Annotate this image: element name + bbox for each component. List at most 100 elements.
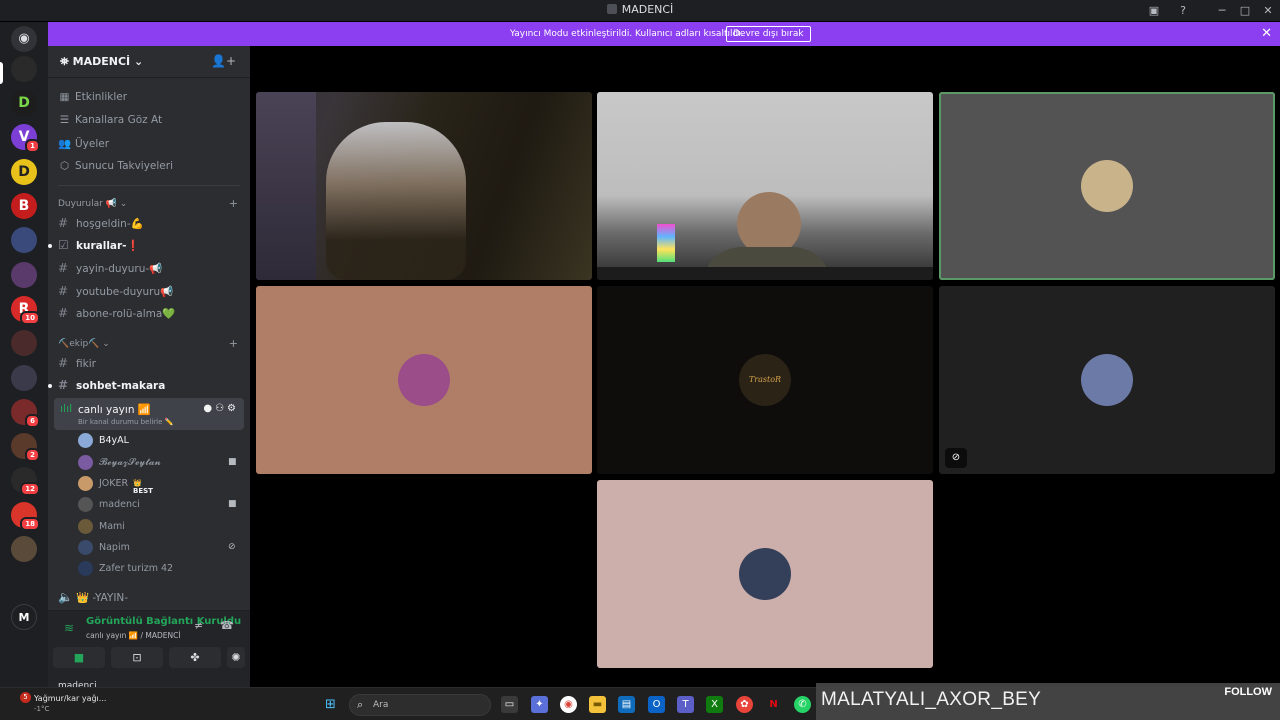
server-icon-8[interactable]: R 10 [11,296,40,325]
whatsapp-icon[interactable]: ✆ [794,696,811,713]
channel-yayin-duyuru[interactable]: # yayin-duyuru-📢 [58,261,162,275]
server-header[interactable]: ⛯ MADENCİ ⌄ 👤+ [48,46,250,78]
server-icon-5[interactable]: B [11,193,37,219]
nav-events[interactable]: ▦ Etkinlikler [58,91,127,103]
server-icon-15[interactable] [11,536,37,562]
activities-icon: ✤ [190,651,200,664]
discord-window: MADENCİ ▣ ? ─ □ ✕ Yayıncı Modu etkinleşt… [0,0,1280,720]
video-tile-camera-2[interactable] [597,92,933,280]
video-tile-avatar-2[interactable] [939,92,1275,280]
soundboard-button[interactable]: ✺ [227,647,245,668]
settings-gear-icon[interactable]: ⚙ [227,403,239,414]
voice-connection-location[interactable]: canlı yayın 📶 / MADENCİ [86,631,181,640]
teams-icon[interactable]: T [677,696,694,713]
nav-server-boosts[interactable]: ⬡ Sunucu Takviyeleri [58,160,173,172]
channel-hosgeldin[interactable]: # hoşgeldin-💪 [58,216,144,230]
channel-youtube-duyuru[interactable]: # youtube-duyuru📢 [58,284,173,298]
window-title-text: MADENCİ [621,3,674,16]
server-icon-17[interactable]: M [11,604,37,630]
activities-button[interactable]: ✤ [169,647,221,668]
server-icon-1[interactable] [11,56,37,82]
app-icon[interactable]: ✿ [736,696,753,713]
netflix-icon[interactable]: N [765,696,782,713]
disable-streamer-mode-button[interactable]: Devre dışı bırak [726,26,811,42]
server-icon-16[interactable] [11,570,37,596]
stream-follow-overlay: MALATYALI_AXOR_BEY FOLLOW [816,683,1280,720]
video-tile-avatar-6[interactable] [597,480,933,668]
file-explorer-icon[interactable]: ▬ [589,696,606,713]
voice-channel-yayin[interactable]: 🔈 👑 -YAYIN- [58,590,128,604]
noise-suppression-icon[interactable]: ≠ [194,619,203,632]
taskbar-search[interactable]: ⌕ Ara [349,694,491,716]
windows-start-icon[interactable]: ⊞ [322,696,339,713]
home-button[interactable]: ◉ [11,26,37,52]
unread-indicator [48,384,52,388]
invite-people-icon[interactable]: 👤+ [211,54,236,68]
server-rail: ◉ D V 1 D B R 10 6 2 12 18 M [0,22,48,687]
mention-badge: 6 [25,414,40,428]
channel-label: kurallar-❗ [76,240,140,252]
category-ekip[interactable]: ⛏️ekip⛏️ ⌄ [58,339,110,349]
hash-icon: # [58,378,69,392]
chat-icon[interactable]: ● [203,403,215,414]
server-avatar: B [11,193,37,219]
nav-members[interactable]: 👥 Üyeler [58,137,109,150]
nav-browse-label: Kanallara Göz At [75,114,163,126]
voice-channel-status[interactable]: Bir kanal durumu belirle ✏️ [78,418,173,426]
channel-label: sohbet-makara [76,380,166,392]
category-announcements[interactable]: Duyurular 📢 ⌄ [58,199,127,209]
server-icon-14[interactable]: 18 [11,502,40,531]
server-icon-3[interactable]: V1 [11,124,40,153]
screen-share-button[interactable]: ⊡ [111,647,163,668]
server-icon-4[interactable]: D [11,159,37,185]
outlook-icon[interactable]: O [648,696,665,713]
mention-badge: 12 [20,482,40,496]
channel-fikir[interactable]: # fikir [58,356,96,370]
server-icon-13[interactable]: 12 [11,467,40,496]
channel-label: abone-rolü-alma💚 [76,308,176,320]
weather-widget[interactable]: Yağmur/kar yağı... -1°C [34,694,106,713]
server-avatar: D [11,90,37,116]
camera-button[interactable]: ■ [53,647,105,668]
video-tile-avatar-4[interactable]: TrastoR [597,286,933,474]
video-tile-avatar-3[interactable] [256,286,592,474]
server-icon-10[interactable] [11,365,37,391]
help-icon[interactable]: ? [1170,0,1196,21]
copilot-icon[interactable]: ✦ [531,696,548,713]
participant-avatar [1081,354,1133,406]
channel-kurallar[interactable]: ☑ kurallar-❗ [48,238,140,252]
video-tile-camera-1[interactable] [256,92,592,280]
signal-icon[interactable]: ≋ [64,621,74,635]
server-icon-2[interactable]: D [11,90,37,116]
server-icon-6[interactable] [11,227,37,253]
task-view-icon[interactable]: ▭ [501,696,518,713]
channel-abone-rolu-alma[interactable]: # abone-rolü-alma💚 [58,306,175,320]
voice-channel-canli-yayin[interactable]: ılıl canlı yayın 📶 Bir kanal durumu beli… [54,398,244,430]
store-icon[interactable]: ▤ [618,696,635,713]
chrome-icon[interactable]: ◉ [560,696,577,713]
server-icon-7[interactable] [11,262,37,288]
create-channel-icon[interactable]: + [229,337,238,350]
server-icon-12[interactable]: 2 [11,433,40,462]
person-silhouette [326,122,466,280]
voice-connection-status[interactable]: Görüntülü Bağlantı Kuruldu [86,616,241,627]
divider [58,185,240,186]
disconnect-icon[interactable]: ☎ [220,619,234,632]
nav-browse-channels[interactable]: ☰ Kanallara Göz At [58,114,162,126]
server-icon-9[interactable] [11,330,37,356]
screen-share-icon[interactable]: ▣ [1141,0,1167,21]
voice-user-name: madenci [99,499,140,510]
close-window-button[interactable]: ✕ [1255,0,1280,21]
xbox-icon[interactable]: X [706,696,723,713]
create-channel-icon[interactable]: + [229,197,238,210]
hash-icon: # [58,261,69,275]
server-avatar [11,330,37,356]
title-bar: MADENCİ ▣ ? ─ □ ✕ [0,0,1280,21]
close-banner-icon[interactable]: ✕ [1261,26,1272,41]
channel-sohbet-makara[interactable]: # sohbet-makara [48,378,166,392]
server-icon-11[interactable]: 6 [11,399,40,428]
voice-speaker-icon: ılıl [60,402,73,415]
channel-label: fikir [76,358,96,370]
invite-icon[interactable]: ⚇ [215,403,227,414]
video-tile-avatar-5[interactable]: ⊘ [939,286,1275,474]
